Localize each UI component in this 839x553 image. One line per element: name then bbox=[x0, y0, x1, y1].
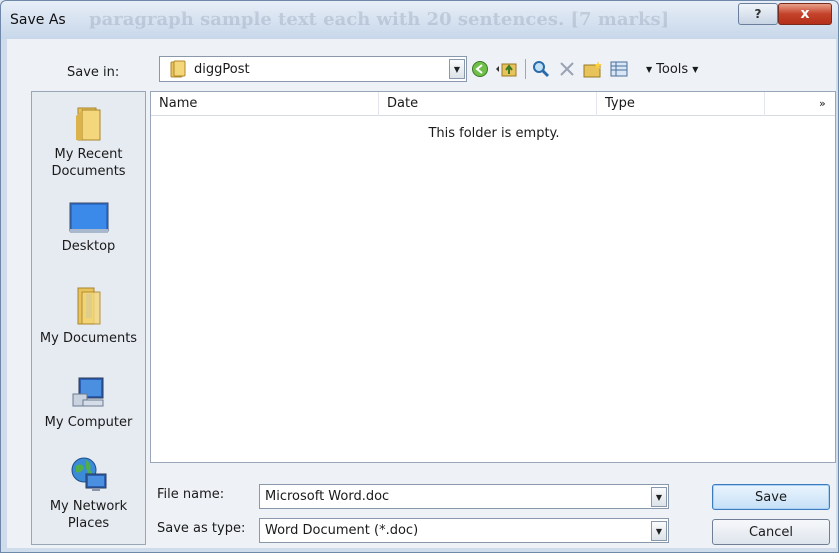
place-my-computer[interactable]: My Computer bbox=[32, 374, 145, 431]
search-web-button[interactable] bbox=[530, 58, 552, 80]
up-folder-icon bbox=[496, 63, 517, 77]
place-label: My Network bbox=[49, 499, 128, 514]
column-header-name[interactable]: Name bbox=[151, 92, 379, 116]
place-label: Documents bbox=[51, 164, 126, 179]
views-button[interactable] bbox=[608, 58, 630, 80]
place-label: My Recent bbox=[54, 147, 123, 162]
save-as-type-label: Save as type: bbox=[157, 521, 246, 536]
up-one-level-button[interactable] bbox=[495, 58, 517, 80]
place-desktop[interactable]: Desktop bbox=[32, 202, 145, 255]
place-my-network-places[interactable]: My Network Places bbox=[32, 456, 145, 532]
recent-documents-icon bbox=[75, 107, 100, 141]
new-folder-button[interactable] bbox=[582, 58, 604, 80]
chevron-down-icon: ▼ bbox=[655, 492, 663, 502]
background-window-text: paragraph sample text each with 20 sente… bbox=[89, 9, 670, 30]
help-icon: ? bbox=[754, 7, 762, 21]
close-icon: x bbox=[800, 6, 810, 22]
help-button[interactable]: ? bbox=[738, 3, 778, 25]
back-arrow-icon bbox=[472, 61, 488, 77]
chevron-down-icon: ▼ bbox=[655, 526, 663, 536]
place-label: My Computer bbox=[44, 415, 133, 430]
tools-menu-button[interactable]: ▼ Tools ▼ bbox=[642, 62, 702, 77]
delete-icon bbox=[560, 62, 574, 76]
save-in-value: diggPost bbox=[194, 61, 250, 77]
chevron-down-icon: ▼ bbox=[646, 64, 653, 74]
file-name-field[interactable]: Microsoft Word.doc ▼ bbox=[259, 484, 669, 509]
places-bar: My Recent Documents Desktop My Documents bbox=[31, 91, 146, 545]
network-places-icon bbox=[71, 457, 106, 491]
file-name-label: File name: bbox=[157, 487, 225, 502]
title-bar[interactable]: paragraph sample text each with 20 sente… bbox=[1, 1, 838, 39]
new-folder-icon bbox=[583, 61, 602, 78]
save-as-type-dropdown[interactable]: Word Document (*.doc) ▼ bbox=[259, 518, 669, 543]
chevron-down-icon: ▼ bbox=[692, 64, 699, 74]
chevron-down-icon: ▼ bbox=[453, 64, 461, 74]
column-header-type[interactable]: Type bbox=[597, 92, 765, 116]
place-label: My Documents bbox=[39, 331, 138, 346]
place-my-recent-documents[interactable]: My Recent Documents bbox=[32, 106, 145, 180]
save-as-type-dropdown-arrow[interactable]: ▼ bbox=[651, 521, 667, 541]
delete-button[interactable] bbox=[556, 58, 578, 80]
place-label: Desktop bbox=[61, 239, 116, 254]
desktop-icon bbox=[69, 202, 108, 233]
column-header-date[interactable]: Date bbox=[379, 92, 597, 116]
search-icon bbox=[533, 61, 550, 78]
folder-icon bbox=[170, 60, 186, 78]
file-list[interactable]: Name Date Type » This folder is empty. bbox=[150, 91, 836, 463]
save-button[interactable]: Save bbox=[712, 484, 830, 510]
file-list-header: Name Date Type » bbox=[151, 92, 835, 116]
toolbar-separator bbox=[525, 59, 526, 79]
cancel-button[interactable]: Cancel bbox=[712, 519, 830, 545]
more-columns-button[interactable]: » bbox=[819, 92, 826, 116]
tools-label: Tools bbox=[656, 61, 689, 77]
save-in-dropdown-arrow[interactable]: ▼ bbox=[449, 59, 465, 79]
close-button[interactable]: x bbox=[778, 3, 832, 25]
my-computer-icon bbox=[72, 377, 103, 407]
file-name-dropdown-arrow[interactable]: ▼ bbox=[651, 487, 667, 507]
save-as-dialog: paragraph sample text each with 20 sente… bbox=[0, 0, 839, 553]
dialog-title: Save As bbox=[10, 12, 66, 28]
navigation-toolbar: ▼ Tools ▼ bbox=[469, 56, 702, 82]
my-documents-icon bbox=[77, 287, 100, 325]
back-button[interactable] bbox=[469, 58, 491, 80]
dialog-body: Save in: diggPost ▼ ▼ Tools ▼ My Recent … bbox=[7, 39, 836, 548]
save-in-dropdown[interactable]: diggPost ▼ bbox=[159, 56, 467, 82]
file-name-value: Microsoft Word.doc bbox=[265, 489, 390, 504]
place-my-documents[interactable]: My Documents bbox=[32, 286, 145, 347]
save-as-type-value: Word Document (*.doc) bbox=[265, 523, 419, 538]
empty-folder-message: This folder is empty. bbox=[428, 126, 560, 141]
place-label: Places bbox=[67, 516, 110, 531]
views-icon bbox=[610, 61, 628, 77]
save-in-label: Save in: bbox=[67, 65, 120, 80]
